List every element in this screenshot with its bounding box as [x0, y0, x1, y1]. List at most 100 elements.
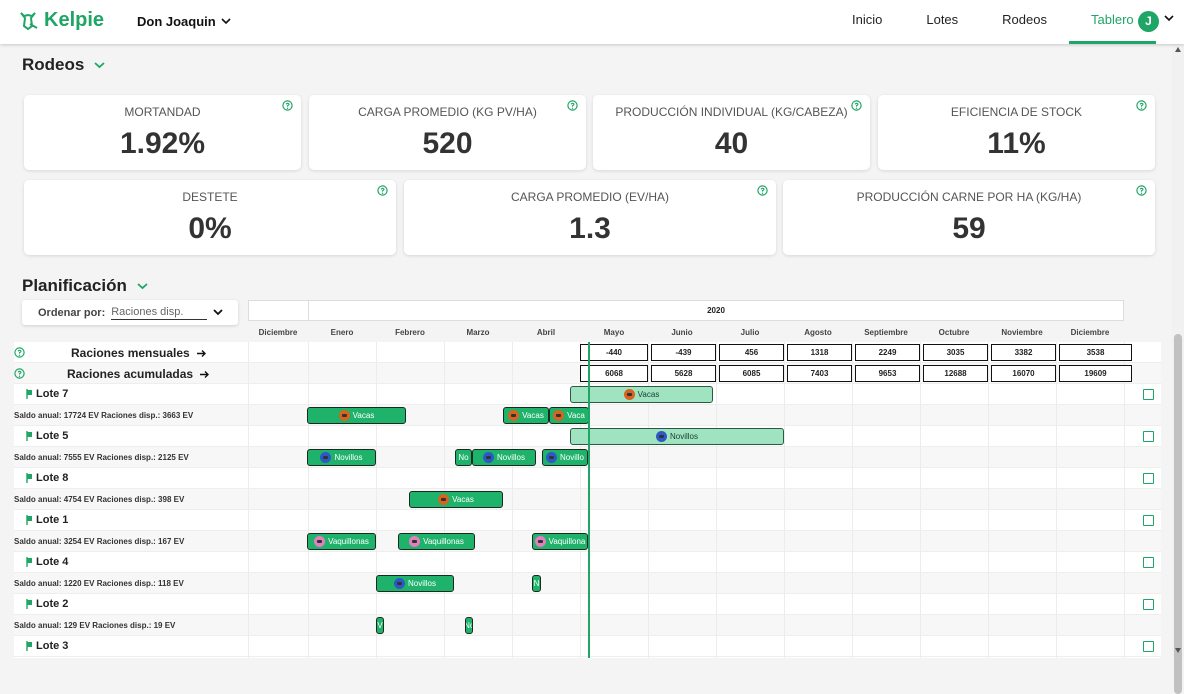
lote-checkbox[interactable]	[1143, 641, 1154, 652]
plan-bar-novillos[interactable]: Novillos	[307, 449, 376, 466]
raciones-acumulada-cell: 5628	[651, 365, 716, 382]
kpi-card-produccion-ha: Producción carne por ha (kg/ha) 59	[783, 180, 1155, 255]
month-label: Diciembre	[258, 328, 298, 337]
bar-label: Vaquillonas	[328, 537, 369, 546]
lote-checkbox[interactable]	[1143, 515, 1154, 526]
cow-icon	[553, 410, 565, 421]
bar-label: Novillos	[334, 453, 363, 462]
kpi-value: 0%	[188, 212, 232, 245]
kpi-label: Producción carne por ha (kg/ha)	[856, 190, 1082, 204]
nav-lotes[interactable]: Lotes	[904, 0, 980, 44]
row-label-text: Raciones mensuales	[71, 346, 190, 360]
lote-saldo: Saldo anual: 1220 EV Raciones disp.: 118…	[14, 579, 184, 588]
lote-saldo: Saldo anual: 17724 EV Raciones disp.: 36…	[14, 411, 194, 420]
lote-name[interactable]: Lote 7	[26, 388, 68, 400]
user-avatar[interactable]: J	[1138, 11, 1159, 32]
lote-checkbox[interactable]	[1143, 599, 1154, 610]
raciones-acumuladas-label[interactable]: Raciones acumuladas	[67, 367, 210, 381]
bar-label: No	[458, 453, 469, 462]
help-circle-icon[interactable]	[1136, 100, 1147, 111]
nav-rodeos[interactable]: Rodeos	[980, 0, 1069, 44]
nav-inicio[interactable]: Inicio	[830, 0, 904, 44]
grid-line	[376, 342, 377, 658]
plan-bar-vacas[interactable]: Vacas	[307, 407, 406, 424]
establishment-name: Don Joaquin	[137, 14, 216, 29]
scroll-up-arrow-icon[interactable]	[1175, 47, 1181, 52]
help-circle-icon[interactable]	[14, 347, 25, 358]
plan-bar-vacas[interactable]: Vaca	[549, 407, 589, 424]
page-scrollbar[interactable]	[1172, 44, 1184, 694]
bar-label: Vaquillonas	[423, 537, 464, 546]
raciones-mensuales-label[interactable]: Raciones mensuales	[71, 346, 207, 360]
bar-label: Vacas	[637, 390, 660, 399]
help-circle-icon[interactable]	[851, 100, 862, 111]
lote-name[interactable]: Lote 8	[26, 472, 68, 484]
lote-name-text: Lote 3	[36, 640, 69, 652]
rodeos-section-header[interactable]: Rodeos	[22, 55, 105, 75]
scrollbar-thumb[interactable]	[1174, 334, 1182, 694]
user-menu-chevron-icon[interactable]	[1164, 15, 1174, 22]
bar-label: Novillos	[669, 432, 698, 441]
help-circle-icon[interactable]	[567, 100, 578, 111]
plan-bar-novillos[interactable]: Novillos	[472, 449, 536, 466]
lote-name[interactable]: Lote 1	[26, 514, 68, 526]
kpi-label: Producción individual (kg/cabeza)	[615, 105, 848, 119]
help-circle-icon[interactable]	[757, 185, 768, 196]
cow-icon	[393, 578, 405, 589]
bar-label: N	[533, 579, 540, 588]
plan-bar-vacas[interactable]: Vacas	[409, 491, 503, 508]
sort-label: Ordenar por:	[38, 306, 106, 319]
lote-name[interactable]: Lote 5	[26, 430, 68, 442]
kpi-value: 40	[714, 127, 749, 160]
cow-icon	[314, 536, 326, 547]
raciones-acumulada-cell: 9653	[855, 365, 920, 382]
lote-name[interactable]: Lote 2	[26, 598, 68, 610]
plan-bar-vaquillonas[interactable]: Vaquillonas	[398, 533, 475, 550]
plan-bar-novillos[interactable]: Novillos	[376, 575, 454, 592]
establishment-selector[interactable]: Don Joaquin	[137, 14, 231, 29]
help-circle-icon[interactable]	[282, 100, 293, 111]
plan-bar-vaquillonas[interactable]: Vaquillonas	[307, 533, 376, 550]
lote-name[interactable]: Lote 3	[26, 640, 68, 652]
arrow-right-icon	[196, 349, 206, 357]
grid-line	[852, 342, 853, 658]
kpi-value: 520	[422, 127, 473, 160]
bar-label: Novillo	[559, 453, 584, 462]
chevron-down-icon	[137, 282, 148, 289]
plan-bar-vaquillonas[interactable]: Vaquillona	[532, 533, 588, 550]
scroll-down-arrow-icon[interactable]	[1175, 648, 1181, 653]
brand-logo[interactable]: Kelpie	[18, 9, 104, 32]
kpi-card-carga-ev: Carga promedio (EV/ha) 1.3	[404, 180, 776, 255]
lote-checkbox[interactable]	[1143, 473, 1154, 484]
lote-name-text: Lote 8	[36, 472, 69, 484]
plan-bar-vacas[interactable]: Vacas	[503, 407, 549, 424]
flag-icon	[26, 557, 32, 567]
kpi-label: Carga promedio (kg PV/ha)	[358, 105, 537, 119]
lote-checkbox[interactable]	[1143, 389, 1154, 400]
plan-bar-vacas[interactable]: Vacas	[570, 386, 713, 403]
plan-bar[interactable]: V	[376, 617, 384, 634]
plan-bar-novillos[interactable]: Novillo	[542, 449, 588, 466]
raciones-mensual-cell: 456	[719, 344, 784, 361]
bar-label: Nc	[466, 621, 472, 630]
plan-bar-novillos[interactable]: N	[532, 575, 541, 592]
main-nav: Inicio Lotes Rodeos Tablero	[830, 0, 1156, 44]
help-circle-icon[interactable]	[377, 185, 388, 196]
lote-checkbox[interactable]	[1143, 431, 1154, 442]
planificacion-section-header[interactable]: Planificación	[22, 276, 148, 296]
help-circle-icon[interactable]	[1136, 185, 1147, 196]
lote-name[interactable]: Lote 4	[26, 556, 68, 568]
bar-label: V	[377, 621, 383, 630]
kpi-value: 11%	[987, 127, 1046, 160]
grid-line	[512, 342, 513, 658]
lote-checkbox[interactable]	[1143, 557, 1154, 568]
help-circle-icon[interactable]	[14, 368, 25, 379]
plan-bar[interactable]: Nc	[465, 617, 473, 634]
plan-bar-novillos[interactable]: No	[455, 449, 472, 466]
cow-icon	[545, 452, 557, 463]
plan-bar-novillos[interactable]: Novillos	[570, 428, 784, 445]
lote-saldo: Saldo anual: 4754 EV Raciones disp.: 398…	[14, 495, 185, 504]
cow-icon	[508, 410, 520, 421]
sort-select[interactable]: Ordenar por: Raciones disp.	[22, 300, 238, 325]
today-marker	[588, 342, 590, 658]
